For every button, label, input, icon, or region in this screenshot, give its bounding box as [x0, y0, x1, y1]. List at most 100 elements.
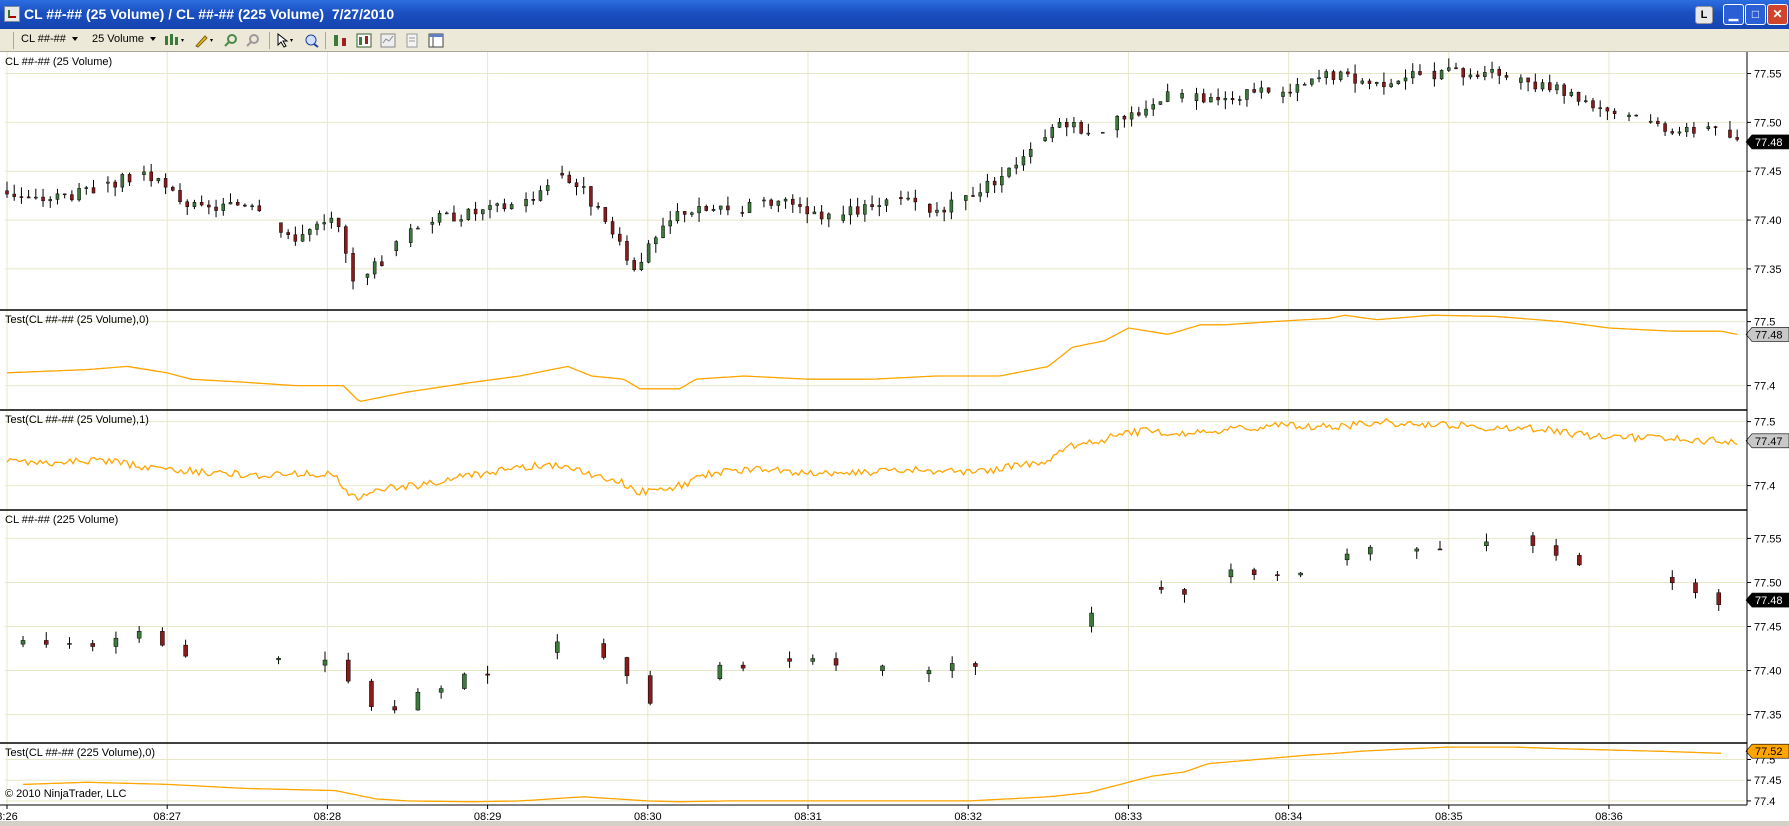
- candle: [1165, 83, 1170, 103]
- candle: [884, 198, 889, 213]
- candle: [1677, 126, 1682, 136]
- candle: [1353, 64, 1357, 93]
- indicator-line: [6, 314, 1738, 402]
- instrument-selector[interactable]: CL ##-##: [21, 33, 78, 45]
- candle: [1562, 82, 1566, 104]
- data-box-button[interactable]: [303, 33, 319, 48]
- candle-body: [34, 196, 38, 199]
- candle-body: [235, 202, 240, 206]
- maximize-button[interactable]: □: [1745, 4, 1766, 25]
- candle: [726, 196, 730, 216]
- candle-body: [1418, 71, 1422, 75]
- candle-body: [136, 631, 142, 639]
- minimize-button[interactable]: ▁: [1723, 4, 1744, 25]
- candle: [485, 665, 490, 684]
- close-icon: ✕: [1772, 7, 1783, 21]
- bar-type-button[interactable]: [164, 33, 184, 48]
- candle: [336, 217, 341, 233]
- candle-body: [171, 186, 175, 191]
- candle-body: [495, 203, 499, 206]
- candle-body: [913, 197, 918, 203]
- candle-body: [971, 195, 975, 197]
- candle: [1360, 78, 1365, 85]
- candle-body: [1180, 93, 1184, 99]
- zoom-out-button[interactable]: [245, 33, 261, 48]
- candle: [502, 198, 507, 212]
- candle: [697, 197, 701, 223]
- candle-body: [257, 205, 262, 212]
- candle: [1432, 62, 1437, 87]
- candle: [646, 240, 651, 264]
- candle: [1656, 117, 1660, 127]
- maximize-icon: □: [1751, 7, 1760, 21]
- candle: [1533, 73, 1538, 93]
- candle: [718, 205, 723, 215]
- candle: [1331, 69, 1336, 85]
- x-tick-label: 8:26: [0, 811, 18, 821]
- candle-body: [1259, 87, 1264, 93]
- candle: [394, 240, 399, 257]
- candle: [473, 201, 478, 221]
- candle-body: [973, 663, 978, 667]
- last-price-label: 77.48: [1755, 137, 1783, 149]
- candle: [978, 183, 982, 203]
- properties-button[interactable]: [380, 33, 396, 48]
- zoom-in-button[interactable]: [223, 33, 239, 48]
- candle: [1122, 114, 1127, 128]
- panel-label: Test(CL ##-## (25 Volume),0): [5, 314, 149, 326]
- candle-body: [1281, 91, 1285, 97]
- candle-body: [485, 673, 490, 676]
- chart-app-icon: [4, 6, 20, 22]
- candle-body: [1634, 114, 1638, 117]
- candle: [1021, 149, 1026, 171]
- period-selector[interactable]: 25 Volume: [92, 33, 156, 45]
- candle-body: [791, 198, 795, 205]
- close-button[interactable]: ✕: [1767, 4, 1788, 25]
- candle-body: [1288, 91, 1292, 94]
- candle: [567, 171, 572, 184]
- chart-canvas[interactable]: 77.5577.5077.4577.4077.3577.4877.577.477…: [0, 52, 1789, 823]
- candle: [1251, 567, 1257, 580]
- candle-body: [163, 178, 168, 188]
- candle: [1569, 88, 1574, 98]
- candle: [20, 635, 26, 648]
- candle-body: [1043, 137, 1047, 141]
- candle-body: [1324, 71, 1328, 78]
- candle: [300, 224, 305, 242]
- candle: [26, 190, 31, 199]
- candle-body: [1612, 110, 1617, 114]
- drawing-tool-button[interactable]: [194, 33, 213, 48]
- candle-body: [776, 200, 781, 206]
- candle-body: [1064, 121, 1069, 128]
- candle-body: [293, 234, 298, 242]
- chart-trader-button[interactable]: [428, 33, 444, 48]
- properties-icon: [380, 33, 396, 48]
- candle: [668, 211, 672, 234]
- candle-body: [798, 204, 802, 207]
- candle-body: [473, 208, 478, 215]
- candle: [783, 197, 788, 209]
- candle-body: [1447, 67, 1451, 71]
- candle-body: [654, 237, 658, 245]
- candle-body: [574, 182, 579, 187]
- candle-body: [1266, 87, 1271, 93]
- candle-body: [848, 206, 853, 216]
- candle-body: [1382, 81, 1386, 88]
- cursor-mode-button[interactable]: [275, 32, 293, 48]
- link-button[interactable]: L: [1695, 6, 1713, 24]
- strategies-button[interactable]: [356, 33, 372, 48]
- candle-body: [812, 211, 817, 215]
- indicators-button[interactable]: [333, 33, 349, 48]
- candle: [481, 209, 485, 221]
- candle: [618, 227, 622, 246]
- candle-body: [345, 659, 351, 682]
- candle-body: [1310, 78, 1314, 85]
- print-button[interactable]: [404, 33, 420, 48]
- candle-body: [618, 233, 622, 242]
- candle: [877, 197, 882, 217]
- candle-body: [935, 209, 939, 213]
- candle-body: [949, 199, 954, 213]
- candle: [596, 202, 600, 210]
- candle-body: [1577, 555, 1582, 566]
- chart-area[interactable]: 77.55 77.50 77.45 77.40 77.35 77.48 77.5 77.4 77…: [0, 52, 1789, 823]
